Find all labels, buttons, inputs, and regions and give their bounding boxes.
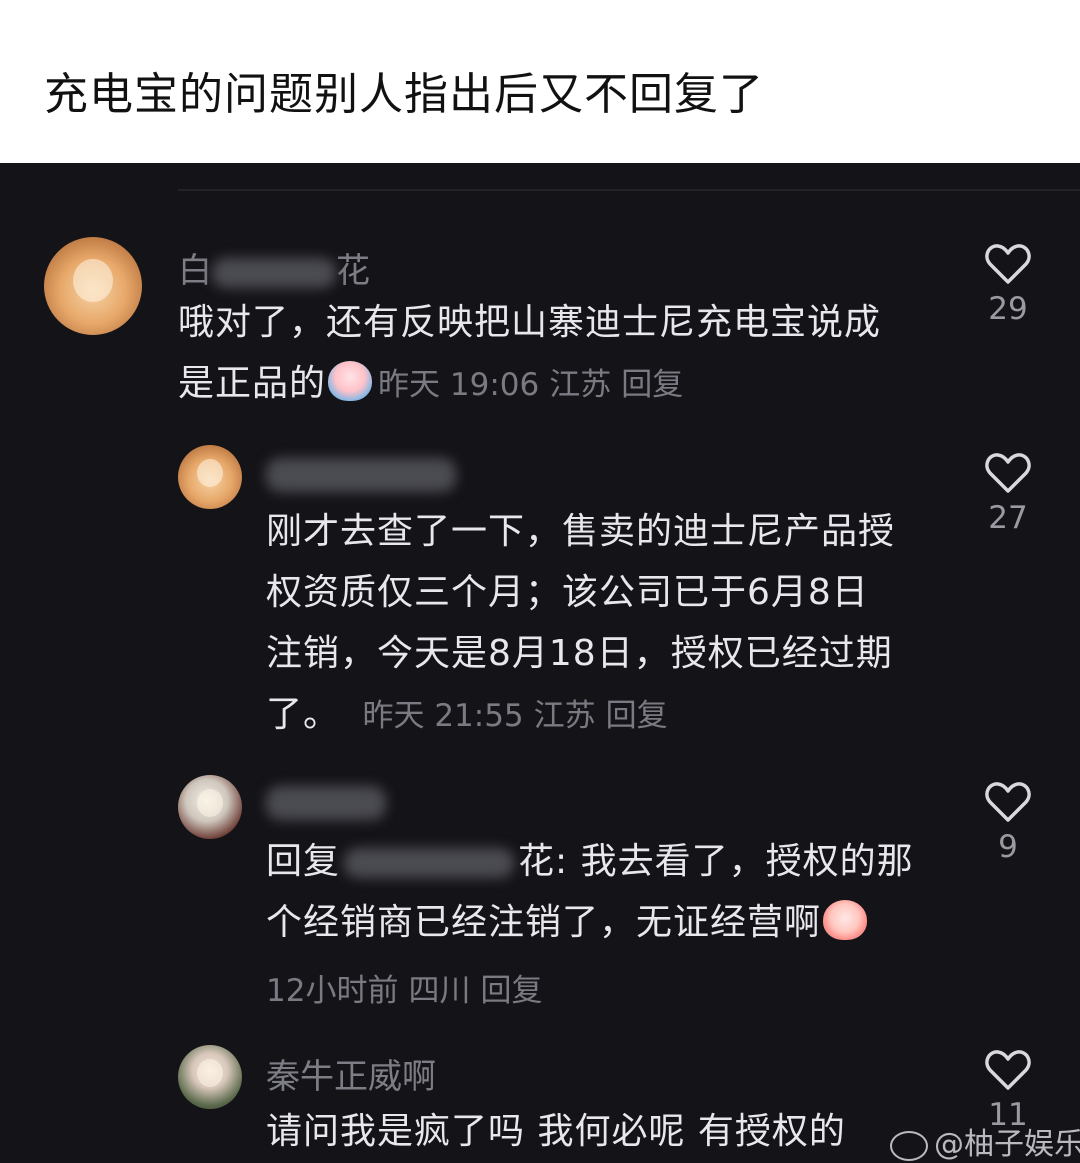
- blurred-username: [212, 257, 336, 288]
- comment-text: 刚才去查了一下，售卖的迪士尼产品授 权资质仅三个月；该公司已于6月8日 注销，今…: [266, 501, 956, 747]
- weibo-icon: [890, 1130, 928, 1161]
- post-header: 充电宝的问题别人指出后又不回复了: [0, 0, 1080, 163]
- heart-outline-icon: [985, 244, 1031, 284]
- comment-location: 江苏: [533, 698, 596, 734]
- watermark-text: @柚子娱乐: [934, 1127, 1080, 1162]
- reply-button[interactable]: 回复: [606, 698, 668, 734]
- blurred-reply-target: [344, 848, 515, 878]
- watermark: @柚子娱乐: [890, 1119, 1080, 1163]
- username-suffix: 花: [336, 251, 370, 291]
- comment-text-line: 个经销商已经注销了，无证经营啊: [266, 892, 956, 953]
- blurred-username: [266, 785, 386, 820]
- comment-text-fragment: 是正品的: [178, 363, 327, 404]
- comment-text-fragment: 了。: [266, 694, 341, 735]
- reply-button[interactable]: 回复: [621, 367, 683, 403]
- avatar[interactable]: [44, 237, 142, 335]
- crying-emoji-icon: [823, 900, 868, 940]
- like-button[interactable]: 29: [968, 243, 1048, 327]
- divider: [178, 189, 1080, 191]
- post-title: 充电宝的问题别人指出后又不回复了: [44, 69, 764, 120]
- like-button[interactable]: 9: [968, 781, 1048, 865]
- comment-location: 江苏: [549, 367, 612, 403]
- like-button[interactable]: 27: [968, 452, 1048, 536]
- avatar[interactable]: [178, 775, 242, 839]
- comment-meta: 昨天 21:55 江苏 回复: [362, 698, 677, 734]
- heart-outline-icon: [985, 782, 1031, 822]
- comment-location: 四川: [408, 973, 471, 1009]
- crying-emoji-icon: [328, 361, 373, 401]
- comment-text-fragment: 我去看了，授权的那: [580, 841, 914, 882]
- comment-time: 12小时前: [266, 973, 399, 1009]
- comment-username[interactable]: 白花: [178, 243, 370, 292]
- comment-text-line: 权资质仅三个月；该公司已于6月8日: [266, 572, 869, 613]
- comment-text-line: 注销，今天是8月18日，授权已经过期: [266, 633, 893, 674]
- comment-text-line: 回复 花: 我去看了，授权的那: [266, 831, 956, 892]
- blurred-username: [266, 457, 456, 492]
- comment-username[interactable]: [266, 781, 386, 821]
- comment-text: 请问我是疯了吗 我何必呢 有授权的: [266, 1101, 956, 1162]
- like-count: 29: [988, 291, 1028, 327]
- comment-text-fragment: 个经销商已经注销了，无证经营啊: [266, 902, 822, 943]
- reply-prefix: 回复: [266, 841, 341, 882]
- heart-outline-icon: [985, 453, 1031, 493]
- comment-text-line: 请问我是疯了吗 我何必呢 有授权的: [266, 1111, 846, 1152]
- comment-feed[interactable]: 白花 哦对了，还有反映把山寨迪士尼充电宝说成 是正品的 昨天 19:06 江苏 回复 …: [0, 163, 1080, 1162]
- like-count: 27: [988, 500, 1028, 536]
- avatar[interactable]: [178, 445, 242, 509]
- comment-time: 昨天 19:06: [378, 367, 540, 403]
- reply-button[interactable]: 回复: [480, 973, 542, 1009]
- reply-target-suffix: 花:: [518, 841, 569, 882]
- heart-outline-icon: [985, 1050, 1031, 1090]
- comment-meta: 昨天 19:06 江苏 回复: [378, 367, 693, 403]
- comment-text-line: 了。 昨天 21:55 江苏 回复: [266, 684, 956, 747]
- comment-text: 回复 花: 我去看了，授权的那 个经销商已经注销了，无证经营啊: [266, 831, 956, 953]
- comment-time: 昨天 21:55: [362, 698, 524, 734]
- comment-meta: 12小时前 四川 回复: [266, 965, 552, 1010]
- username-prefix: 白: [178, 251, 212, 291]
- avatar[interactable]: [178, 1045, 242, 1109]
- comment-text-line: 刚才去查了一下，售卖的迪士尼产品授: [266, 511, 896, 552]
- like-count: 9: [998, 829, 1018, 865]
- comment-username[interactable]: [266, 453, 456, 493]
- comment-text-line: 是正品的 昨天 19:06 江苏 回复: [178, 353, 948, 416]
- comment-username[interactable]: 秦牛正威啊: [266, 1049, 436, 1098]
- comment-text-line: 哦对了，还有反映把山寨迪士尼充电宝说成: [178, 302, 882, 343]
- comment-text: 哦对了，还有反映把山寨迪士尼充电宝说成 是正品的 昨天 19:06 江苏 回复: [178, 292, 948, 416]
